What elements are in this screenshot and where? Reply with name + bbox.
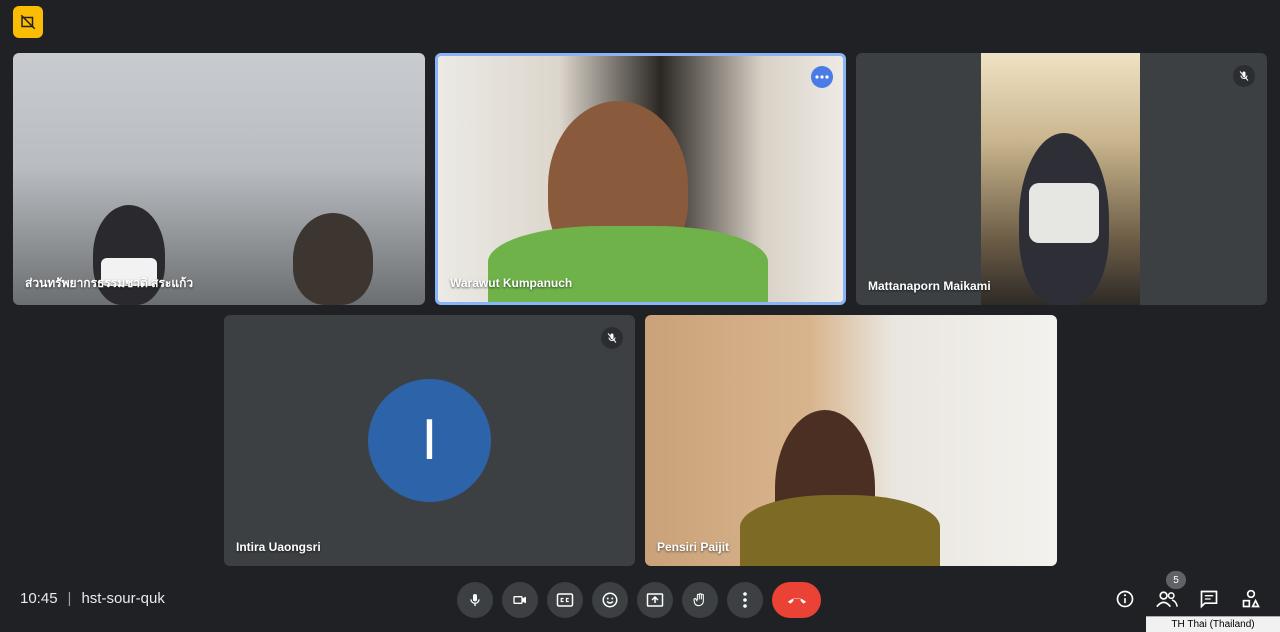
mic-icon — [470, 594, 480, 606]
participant-name: Intira Uaongsri — [236, 540, 321, 554]
people-button[interactable] — [1156, 588, 1178, 610]
call-controls — [457, 582, 821, 618]
participant-tile-3[interactable]: Mattanaporn Maikami — [856, 53, 1267, 305]
mic-off-icon — [607, 333, 617, 343]
participant-shirt — [740, 495, 940, 566]
meeting-info: 10:45 | hst-sour-quk — [20, 590, 165, 607]
participant-name: ส่วนทรัพยากรธรรมชาติ สระแก้ว — [25, 276, 194, 290]
meeting-code: hst-sour-quk — [81, 590, 165, 607]
participant-tile-1[interactable]: ส่วนทรัพยากรธรรมชาติ สระแก้ว — [13, 53, 425, 305]
camera-off-indicator[interactable] — [13, 6, 43, 38]
participant-video — [981, 53, 1140, 305]
camera-icon — [513, 596, 526, 604]
no-camera-icon — [20, 14, 36, 30]
more-options-button[interactable] — [727, 582, 763, 618]
people-icon — [1156, 591, 1178, 608]
participant-video — [293, 213, 373, 305]
present-button[interactable] — [637, 582, 673, 618]
side-panel-controls — [1114, 588, 1262, 610]
mic-off-icon — [1239, 71, 1249, 81]
info-icon — [1116, 590, 1134, 608]
more-vert-icon — [743, 592, 747, 608]
participant-name: Mattanaporn Maikami — [868, 279, 991, 293]
raise-hand-button[interactable] — [682, 582, 718, 618]
present-icon — [646, 593, 664, 607]
separator: | — [67, 590, 72, 607]
participant-tile-5[interactable]: Pensiri Paijit — [645, 315, 1057, 566]
captions-button[interactable] — [547, 582, 583, 618]
meeting-time: 10:45 — [20, 590, 58, 607]
mute-indicator — [1233, 65, 1255, 87]
tile-more-options-button[interactable] — [811, 66, 833, 88]
microphone-button[interactable] — [457, 582, 493, 618]
leave-call-button[interactable] — [772, 582, 821, 618]
activities-icon — [1242, 589, 1260, 608]
chat-icon — [1200, 590, 1218, 609]
avatar: I — [368, 379, 491, 502]
meeting-details-button[interactable] — [1114, 588, 1136, 610]
raise-hand-icon — [693, 593, 704, 607]
participant-tile-2[interactable]: Warawut Kumpanuch — [435, 53, 846, 305]
participant-name: Warawut Kumpanuch — [450, 276, 573, 290]
participant-tile-4[interactable]: I Intira Uaongsri — [224, 315, 635, 566]
more-horiz-icon — [815, 75, 829, 79]
camera-button[interactable] — [502, 582, 538, 618]
keyboard-language-indicator[interactable]: TH Thai (Thailand) — [1146, 616, 1280, 632]
activities-button[interactable] — [1240, 588, 1262, 610]
end-call-icon — [787, 598, 806, 604]
participant-name: Pensiri Paijit — [657, 540, 730, 554]
participant-shirt — [488, 226, 768, 302]
captions-icon — [556, 593, 574, 607]
chat-button[interactable] — [1198, 588, 1220, 610]
participant-count-badge: 5 — [1166, 571, 1186, 589]
emoji-icon — [602, 592, 618, 608]
mute-indicator — [601, 327, 623, 349]
reactions-button[interactable] — [592, 582, 628, 618]
